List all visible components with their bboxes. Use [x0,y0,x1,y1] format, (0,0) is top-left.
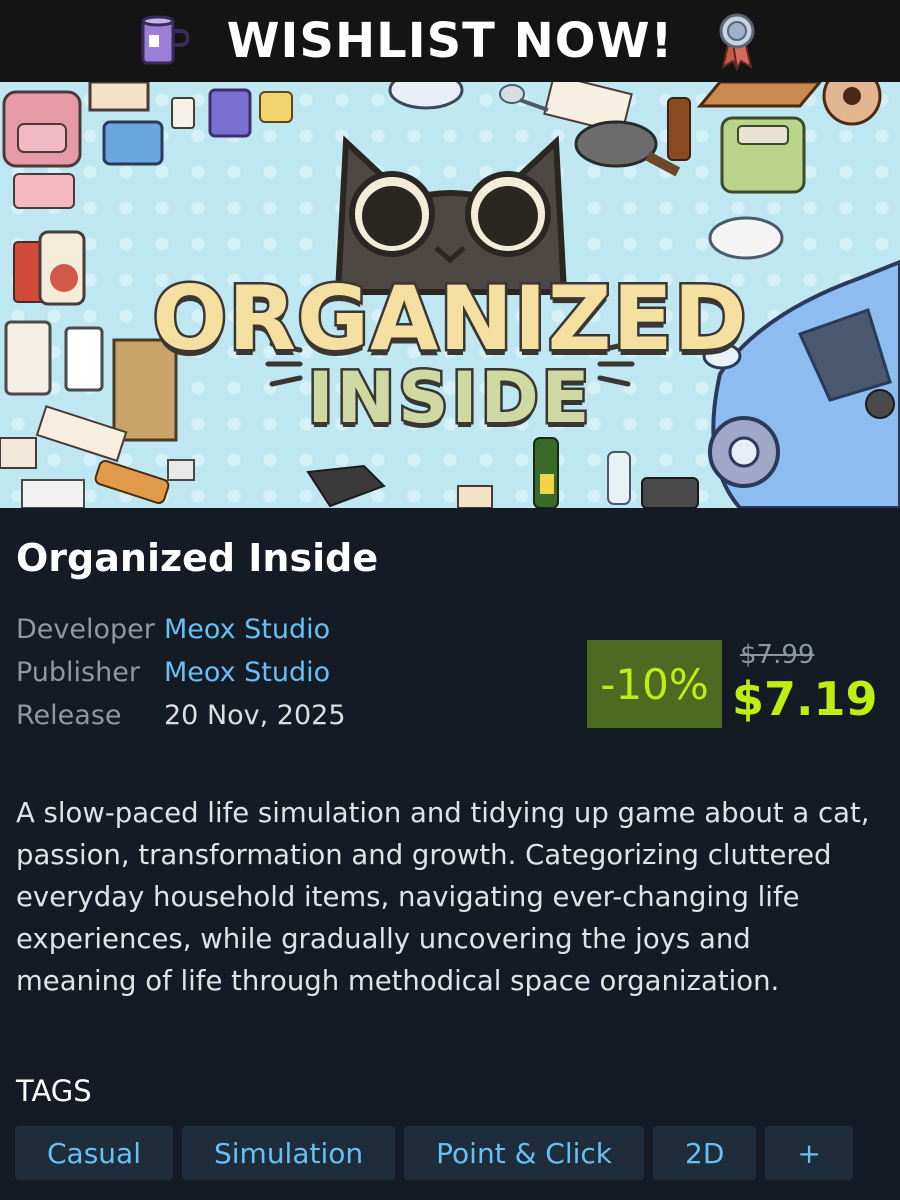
final-price: $7.19 [732,672,878,726]
game-description: A slow-paced life simulation and tidying… [16,797,870,997]
logo-title-line2: INSIDE [305,355,593,442]
publisher-row: Publisher Meox Studio [16,651,346,694]
price-column: $7.99 $7.19 [722,640,878,728]
more-tags-button[interactable]: + [765,1126,853,1180]
tag-point-and-click[interactable]: Point & Click [404,1126,645,1180]
hero-image[interactable]: ORGANIZED INSIDE [0,82,900,508]
tags-heading: TAGS [16,1074,92,1108]
release-label: Release [16,700,122,731]
ribbon-icon [719,13,755,71]
release-date: 20 Nov, 2025 [164,700,346,731]
game-title: Organized Inside [16,536,379,580]
tag-simulation[interactable]: Simulation [181,1126,396,1180]
developer-label: Developer [16,614,155,645]
mug-icon [141,15,189,65]
developer-row: Developer Meox Studio [16,608,346,651]
game-meta: Developer Meox Studio Publisher Meox Stu… [16,608,346,737]
tag-2d[interactable]: 2D [653,1126,757,1180]
tags-list: Casual Simulation Point & Click 2D + [15,1126,853,1180]
logo-title-line1: ORGANIZED [150,265,749,373]
developer-link[interactable]: Meox Studio [164,614,330,645]
original-price: $7.99 [740,640,815,670]
price-block[interactable]: -10% $7.99 $7.19 [587,640,878,728]
discount-badge: -10% [587,640,722,728]
wishlist-now-text: WISHLIST NOW! [226,13,674,69]
release-row: Release 20 Nov, 2025 [16,694,346,737]
tag-casual[interactable]: Casual [15,1126,173,1180]
wishlist-banner[interactable]: WISHLIST NOW! [0,0,900,82]
publisher-link[interactable]: Meox Studio [164,657,330,688]
publisher-label: Publisher [16,657,140,688]
